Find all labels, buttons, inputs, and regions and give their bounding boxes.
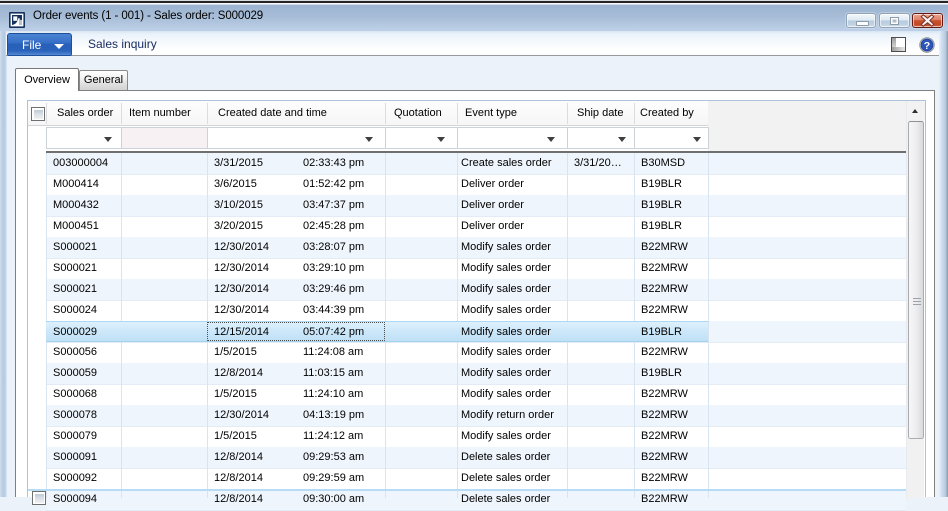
svg-text:?: ? [924, 40, 930, 52]
